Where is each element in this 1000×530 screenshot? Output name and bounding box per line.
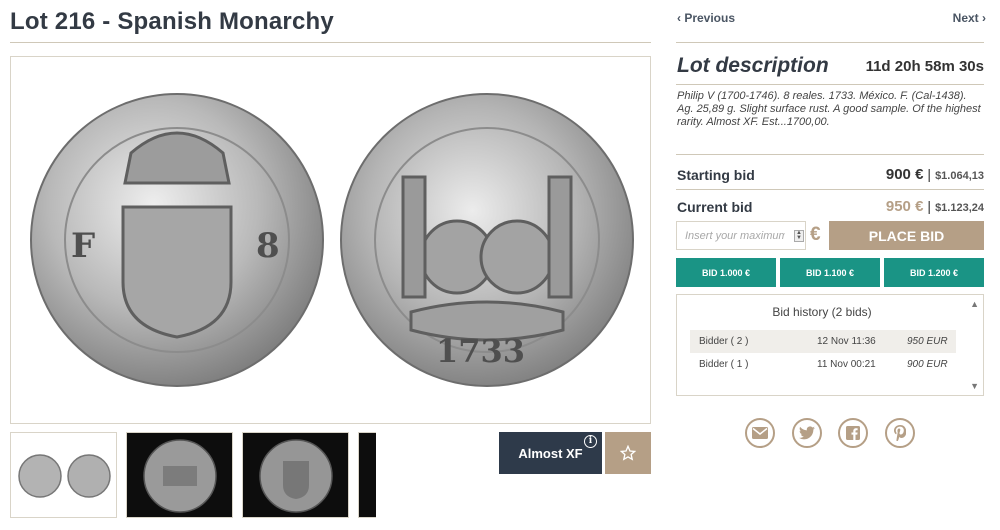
starting-bid-separator: | bbox=[927, 166, 932, 182]
grade-label: Almost XF bbox=[518, 445, 583, 461]
current-bid-eur: 950 € bbox=[885, 198, 924, 215]
star-icon bbox=[620, 445, 636, 461]
bidder-name: Bidder ( 2 ) bbox=[699, 336, 749, 347]
title-divider bbox=[10, 42, 651, 43]
bid-input-wrapper: ▲▼ bbox=[676, 221, 806, 250]
next-lot-link[interactable]: Next › bbox=[953, 11, 986, 25]
bid-history-row: Bidder ( 2 ) 12 Nov 11:36 950 EUR bbox=[690, 330, 956, 353]
bid-amount: 900 EUR bbox=[907, 359, 948, 370]
bids-divider bbox=[676, 154, 984, 155]
share-email-button[interactable] bbox=[745, 418, 775, 448]
share-facebook-button[interactable] bbox=[838, 418, 868, 448]
coin-photo: F 8 1733 bbox=[30, 93, 634, 387]
lot-title: Lot 216 - Spanish Monarchy bbox=[10, 8, 334, 35]
svg-text:1733: 1733 bbox=[436, 332, 525, 370]
countdown-timer: 11d 20h 58m 30s bbox=[865, 58, 984, 75]
starting-bid-row: Starting bid 900 € | $1.064,13 bbox=[677, 164, 984, 186]
quick-bid-button-2[interactable]: BID 1.100 € bbox=[780, 258, 880, 287]
thumbnail-reverse[interactable] bbox=[126, 432, 233, 518]
bid-stepper[interactable]: ▲ ▼ bbox=[794, 230, 804, 242]
current-bid-row: Current bid 950 € | $1.123,24 bbox=[677, 196, 984, 218]
svg-text:8: 8 bbox=[256, 226, 280, 266]
quick-bid-button-3[interactable]: BID 1.200 € bbox=[884, 258, 984, 287]
scroll-up-icon[interactable]: ▲ bbox=[970, 299, 979, 309]
max-bid-input[interactable] bbox=[677, 222, 785, 249]
bid-date: 12 Nov 11:36 bbox=[817, 336, 876, 347]
bid-history-panel[interactable]: Bid history (2 bids) Bidder ( 2 ) 12 Nov… bbox=[676, 294, 984, 396]
info-icon[interactable]: i bbox=[584, 435, 597, 448]
bid-amount: 950 EUR bbox=[907, 336, 948, 347]
starting-bid-eur: 900 € bbox=[885, 166, 924, 183]
scroll-down-icon[interactable]: ▼ bbox=[970, 381, 979, 391]
grade-button[interactable]: Almost XF i bbox=[499, 432, 602, 474]
share-twitter-button[interactable] bbox=[792, 418, 822, 448]
favorite-button[interactable] bbox=[605, 432, 651, 474]
thumbnail-obverse[interactable] bbox=[242, 432, 349, 518]
thumbnail-both-sides[interactable] bbox=[10, 432, 117, 518]
currency-symbol: € bbox=[810, 224, 821, 245]
current-bid-divider bbox=[676, 189, 984, 190]
starting-bid-label: Starting bid bbox=[677, 167, 755, 183]
starting-bid-usd: $1.064,13 bbox=[935, 170, 984, 182]
lot-description-text: Philip V (1700-1746). 8 reales. 1733. Mé… bbox=[677, 90, 981, 128]
email-icon bbox=[752, 427, 768, 439]
bidder-name: Bidder ( 1 ) bbox=[699, 359, 749, 370]
bid-history-title: Bid history (2 bids) bbox=[772, 305, 872, 319]
place-bid-button[interactable]: PLACE BID bbox=[829, 221, 984, 250]
facebook-icon bbox=[846, 426, 860, 440]
current-bid-usd: $1.123,24 bbox=[935, 202, 984, 214]
quick-bid-button-1[interactable]: BID 1.000 € bbox=[676, 258, 776, 287]
svg-text:F: F bbox=[71, 226, 95, 266]
bid-history-row: Bidder ( 1 ) 11 Nov 00:21 900 EUR bbox=[690, 353, 956, 376]
share-pinterest-button[interactable] bbox=[885, 418, 915, 448]
description-divider bbox=[676, 84, 984, 85]
current-bid-label: Current bid bbox=[677, 199, 753, 215]
pinterest-icon bbox=[894, 425, 906, 441]
thumbnail-strip bbox=[10, 432, 376, 518]
nav-divider bbox=[676, 42, 984, 43]
twitter-icon bbox=[799, 426, 815, 440]
thumbnail-partial[interactable] bbox=[358, 432, 376, 518]
main-coin-image[interactable]: F 8 1733 bbox=[10, 56, 651, 424]
bid-date: 11 Nov 00:21 bbox=[817, 359, 876, 370]
current-bid-separator: | bbox=[927, 198, 932, 214]
lot-description-heading: Lot description bbox=[677, 54, 829, 77]
previous-lot-link[interactable]: ‹ Previous bbox=[677, 11, 735, 25]
